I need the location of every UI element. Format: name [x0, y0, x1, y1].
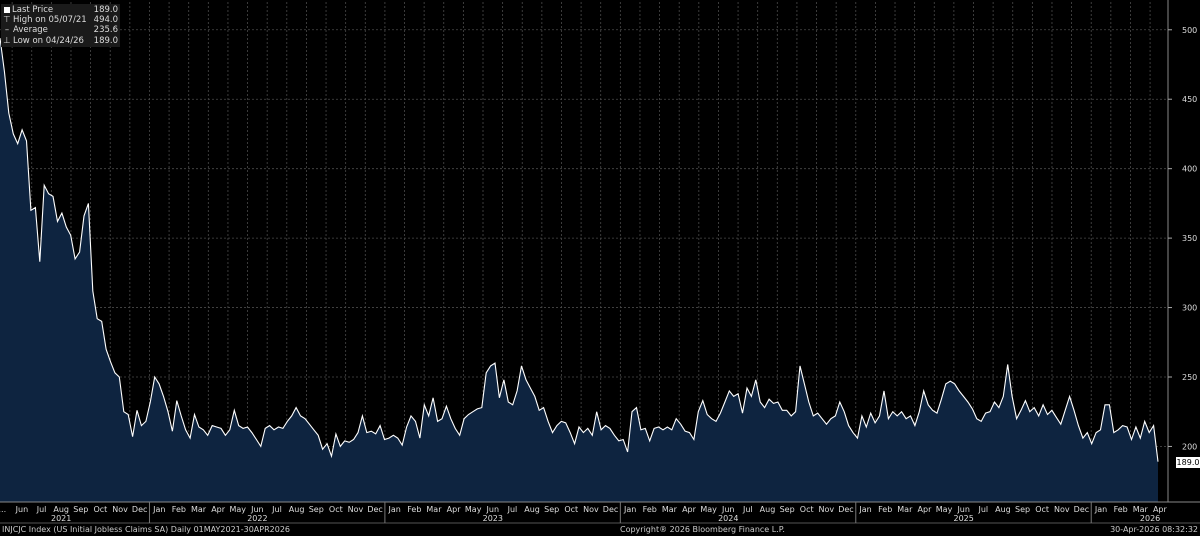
- x-month-label: Oct: [329, 505, 343, 514]
- last-value-tag: 189.0: [1176, 457, 1200, 468]
- x-month-label: Jan: [858, 505, 871, 514]
- x-month-label: Dec: [132, 505, 147, 514]
- x-month-label: Jul: [36, 505, 47, 514]
- last-price-swatch-icon: [4, 7, 10, 14]
- x-month-label: Nov: [819, 505, 835, 514]
- x-year-label: 2023: [483, 514, 503, 523]
- x-month-label: Aug: [524, 505, 540, 514]
- legend-average: – Average 235.6: [3, 25, 118, 35]
- x-month-label: Feb: [1114, 505, 1128, 514]
- x-month-label: Apr: [211, 505, 226, 514]
- legend-average-value: 235.6: [93, 25, 118, 36]
- x-month-label: Jul: [977, 505, 988, 514]
- high-marker-icon: ⊤: [3, 15, 11, 26]
- x-month-label: Apr: [1153, 505, 1168, 514]
- x-month-label: Sep: [544, 505, 559, 514]
- x-month-label: Sep: [780, 505, 795, 514]
- x-month-label: Oct: [1035, 505, 1049, 514]
- legend-high: ⊤ High on 05/07/21 494.0: [3, 15, 118, 25]
- y-tick-label: 200: [1182, 442, 1197, 451]
- footer-security-description: INJCJC Index (US Initial Jobless Claims …: [2, 525, 291, 534]
- x-month-label: Aug: [289, 505, 305, 514]
- legend-average-label: Average: [13, 25, 48, 36]
- series-area: [0, 38, 1158, 502]
- x-month-label: Jun: [15, 505, 29, 514]
- x-month-label: Mar: [1133, 505, 1149, 514]
- legend-low: ⊥ Low on 04/24/26 189.0: [3, 36, 118, 46]
- x-year-label: 2025: [954, 514, 974, 523]
- x-month-label: Jul: [742, 505, 753, 514]
- legend-last-price-value: 189.0: [93, 5, 118, 15]
- average-marker-icon: –: [4, 25, 10, 36]
- x-month-label: Jan: [623, 505, 636, 514]
- x-month-label: Jan: [1094, 505, 1107, 514]
- x-month-label: Sep: [73, 505, 88, 514]
- x-month-label: Mar: [426, 505, 442, 514]
- x-month-label: Mar: [662, 505, 678, 514]
- legend-high-value: 494.0: [93, 15, 118, 26]
- x-month-label: Sep: [309, 505, 324, 514]
- x-year-label: 2022: [247, 514, 267, 523]
- footer: INJCJC Index (US Initial Jobless Claims …: [0, 524, 1200, 536]
- legend-high-label: High on 05/07/21: [13, 15, 87, 26]
- x-month-label: Aug: [53, 505, 69, 514]
- x-month-label: Oct: [564, 505, 578, 514]
- legend-last-price-label: Last Price: [12, 5, 54, 15]
- legend-last-price: Last Price 189.0: [3, 5, 118, 15]
- x-month-label: Sep: [1015, 505, 1030, 514]
- chart-svg: 200 250 300 350 400 450 500... Jun Jul Aug Sep Oct N…: [0, 0, 1200, 524]
- x-month-label: Feb: [643, 505, 657, 514]
- x-month-label: Aug: [995, 505, 1011, 514]
- x-month-label: Apr: [447, 505, 462, 514]
- x-year-label: 2026: [1140, 514, 1160, 523]
- x-month-label: May: [700, 505, 717, 514]
- x-month-label: Nov: [583, 505, 599, 514]
- y-tick-label: 300: [1182, 304, 1197, 313]
- y-tick-label: 350: [1182, 234, 1197, 243]
- x-year-label: 2024: [718, 514, 738, 523]
- x-month-label: Apr: [918, 505, 933, 514]
- legend-low-value: 189.0: [93, 35, 118, 46]
- x-month-label: Jul: [271, 505, 282, 514]
- x-month-label: Oct: [800, 505, 814, 514]
- low-marker-icon: ⊥: [3, 35, 11, 46]
- x-month-label: Mar: [191, 505, 207, 514]
- x-month-label: Dec: [1074, 505, 1089, 514]
- x-month-label: Apr: [682, 505, 697, 514]
- x-month-label: Jun: [486, 505, 500, 514]
- footer-copyright: Copyright® 2026 Bloomberg Finance L.P.: [620, 525, 785, 534]
- x-month-label: Mar: [897, 505, 913, 514]
- x-month-label: Jun: [250, 505, 264, 514]
- x-month-label: Nov: [1054, 505, 1070, 514]
- x-month-label: Feb: [407, 505, 421, 514]
- y-tick-label: 250: [1182, 373, 1197, 382]
- x-year-label: 2021: [51, 514, 71, 523]
- series-line: [0, 38, 1159, 462]
- x-month-label: Jun: [956, 505, 970, 514]
- x-month-label: Nov: [348, 505, 364, 514]
- x-month-label: Feb: [878, 505, 892, 514]
- x-month-label: Oct: [93, 505, 107, 514]
- x-month-label: Jan: [388, 505, 401, 514]
- x-month-label: Jul: [507, 505, 518, 514]
- y-tick-label: 500: [1182, 26, 1197, 35]
- x-month-label: May: [465, 505, 482, 514]
- footer-timestamp: 30-Apr-2026 08:32:32: [1110, 525, 1198, 534]
- legend-low-label: Low on 04/24/26: [13, 35, 84, 46]
- y-tick-label: 400: [1182, 165, 1197, 174]
- x-month-label: ...: [0, 505, 6, 514]
- x-month-label: Feb: [172, 505, 186, 514]
- x-month-label: Jan: [152, 505, 165, 514]
- x-month-label: Dec: [367, 505, 382, 514]
- x-month-label: Jun: [721, 505, 735, 514]
- x-month-label: May: [936, 505, 953, 514]
- x-month-label: Aug: [760, 505, 776, 514]
- y-tick-label: 450: [1182, 95, 1197, 104]
- x-month-label: Dec: [838, 505, 853, 514]
- x-month-label: Dec: [603, 505, 618, 514]
- x-month-label: Nov: [112, 505, 128, 514]
- chart-legend: Last Price 189.0 ⊤ High on 05/07/21 494.0…: [1, 4, 120, 47]
- x-month-label: May: [229, 505, 246, 514]
